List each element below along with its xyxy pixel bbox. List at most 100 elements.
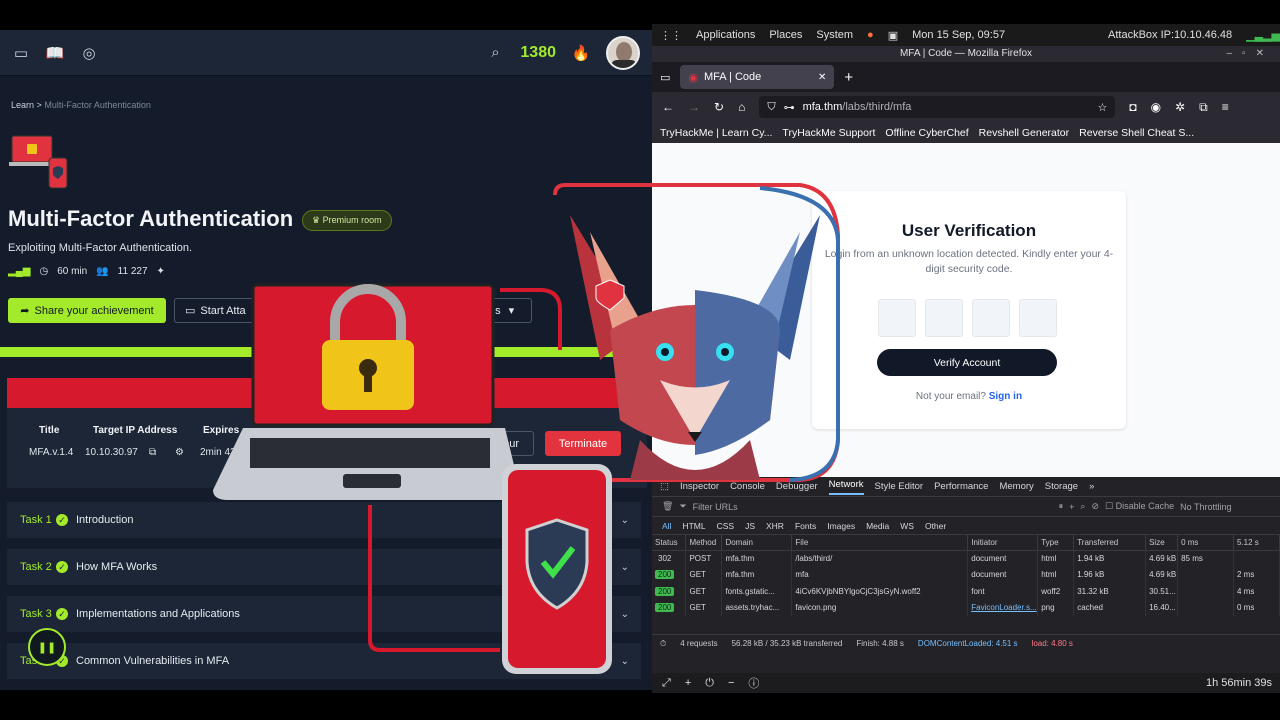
gear-icon[interactable]: ⚙ xyxy=(175,447,184,458)
start-attackbox-button[interactable]: ▭ Start Atta xyxy=(174,298,264,323)
menu-applications[interactable]: Applications xyxy=(696,29,755,41)
minus-icon[interactable]: − xyxy=(728,677,734,689)
filter-urls-input[interactable]: Filter URLs xyxy=(693,502,1053,512)
target-icon[interactable]: ◎ xyxy=(80,44,98,62)
back-icon[interactable]: ← xyxy=(662,100,674,114)
tab-network[interactable]: Network xyxy=(828,479,864,495)
fullscreen-icon[interactable]: ⤢ xyxy=(662,677,671,690)
bookmark-item[interactable]: TryHackMe Support xyxy=(782,127,875,139)
tab-performance[interactable]: Performance xyxy=(934,481,988,492)
extensions-icon[interactable]: ⧉ xyxy=(1199,100,1208,115)
window-icon[interactable]: ▭ xyxy=(12,44,30,62)
chevron-down-icon: ⌄ xyxy=(620,608,629,620)
menu-system[interactable]: System xyxy=(816,29,853,41)
target-ip: 10.10.30.97 xyxy=(85,447,138,458)
filter-all[interactable]: All xyxy=(662,521,671,531)
code-digit-input[interactable] xyxy=(878,299,916,337)
table-row[interactable]: 302 POST mfa.thm/labs/third/document html 1.… xyxy=(652,550,1280,567)
apps-grid-icon[interactable]: ⋮⋮ xyxy=(660,29,682,42)
expires-value: 2min 43 xyxy=(200,447,236,458)
check-icon: ✓ xyxy=(56,561,68,573)
share-achievement-button[interactable]: ➦ Share your achievement xyxy=(8,298,166,323)
account-icon[interactable]: ◉ xyxy=(1151,100,1161,114)
tab-list-icon[interactable]: ▭ xyxy=(660,71,670,84)
filter-ws[interactable]: WS xyxy=(900,521,914,531)
avatar[interactable] xyxy=(606,35,640,70)
search-icon[interactable]: ⌕ xyxy=(486,44,504,62)
task-item[interactable]: Task 1 ✓ Introduction ⌄ xyxy=(7,502,641,538)
bookmark-star-icon[interactable]: ☆ xyxy=(1097,101,1107,114)
task-item[interactable]: Task 2 ✓ How MFA Works ⌄ xyxy=(7,549,641,585)
verify-account-button[interactable]: Verify Account xyxy=(877,349,1057,376)
laptop-icon: ▭ xyxy=(185,305,196,317)
block-icon[interactable]: ⊘ xyxy=(1091,501,1099,512)
menu-places[interactable]: Places xyxy=(769,29,802,41)
tab-inspector[interactable]: Inspector xyxy=(680,481,719,492)
sign-in-link[interactable]: Sign in xyxy=(989,391,1022,402)
task-item[interactable]: Tas ✓ Common Vulnerabilities in MFA ⌄ xyxy=(7,643,641,679)
code-digit-input[interactable] xyxy=(925,299,963,337)
filter-media[interactable]: Media xyxy=(866,521,889,531)
add-icon[interactable]: + xyxy=(1069,502,1074,512)
firefox-icon[interactable]: ● xyxy=(867,29,874,41)
bookmark-item[interactable]: Revshell Generator xyxy=(979,127,1069,139)
table-row[interactable]: 200 GET assets.tryhac... favicon.png Favicon… xyxy=(652,599,1280,616)
terminate-button[interactable]: Terminate xyxy=(545,431,621,456)
tracking-icon: ⊶ xyxy=(783,101,795,114)
pick-element-icon[interactable]: ⬚ xyxy=(660,481,669,492)
clock: Mon 15 Sep, 09:57 xyxy=(912,29,1006,41)
bookmark-item[interactable]: Offline CyberChef xyxy=(885,127,968,139)
table-row[interactable]: 200 GET mfa.thm mfa document html 1.96 kB 4.69 … xyxy=(652,566,1280,583)
pause-icon[interactable]: ⏸ xyxy=(1059,501,1064,512)
code-digit-input[interactable] xyxy=(1019,299,1057,337)
book-icon[interactable]: 📖 xyxy=(46,44,65,62)
bookmark-item[interactable]: TryHackMe | Learn Cy... xyxy=(660,127,772,139)
url-bar[interactable]: ⛉ ⊶ mfa.thm/labs/third/mfa ☆ xyxy=(759,96,1116,118)
window-controls[interactable]: –▫✕ xyxy=(1227,46,1275,62)
trash-icon[interactable]: 🗑 xyxy=(662,501,673,512)
tab-debugger[interactable]: Debugger xyxy=(776,481,818,492)
new-tab-icon[interactable]: + xyxy=(844,69,853,86)
session-timer: 1h 56min 39s xyxy=(1205,677,1272,689)
breadcrumb-learn[interactable]: Learn xyxy=(11,100,34,110)
home-icon[interactable]: ⌂ xyxy=(738,100,745,114)
filter-xhr[interactable]: XHR xyxy=(766,521,784,531)
table-row[interactable]: 200 GET fonts.gstatic... 4iCv6KVjbNBYlgoCjC… xyxy=(652,583,1280,600)
task-item[interactable]: Task 3 ✓ Implementations and Applications ⌄ xyxy=(7,596,641,632)
tab-mfa-code[interactable]: ◉ MFA | Code ✕ xyxy=(680,65,835,89)
tab-memory[interactable]: Memory xyxy=(999,481,1033,492)
stopwatch-icon: ⏱ xyxy=(660,638,667,648)
extension-icon[interactable]: ✲ xyxy=(1175,100,1185,114)
bookmark-item[interactable]: Reverse Shell Cheat S... xyxy=(1079,127,1194,139)
filter-fonts[interactable]: Fonts xyxy=(795,521,816,531)
search-icon[interactable]: ⌕ xyxy=(1080,501,1085,512)
tab-storage[interactable]: Storage xyxy=(1045,481,1078,492)
filter-html[interactable]: HTML xyxy=(682,521,705,531)
menu-icon[interactable]: ≡ xyxy=(1222,100,1229,114)
terminal-icon[interactable]: ▣ xyxy=(888,29,898,42)
network-graph-icon: ▁▃▂▅ xyxy=(1246,29,1280,42)
filter-other[interactable]: Other xyxy=(925,521,946,531)
filter-css[interactable]: CSS xyxy=(717,521,734,531)
copy-icon[interactable]: ⧉ xyxy=(149,447,156,458)
close-tab-icon[interactable]: ✕ xyxy=(818,72,826,83)
add-hour-button[interactable]: hour xyxy=(482,431,534,456)
filter-js[interactable]: JS xyxy=(745,521,755,531)
chevron-down-icon: ⌄ xyxy=(620,514,629,526)
forward-icon[interactable]: → xyxy=(688,100,700,114)
tab-style-editor[interactable]: Style Editor xyxy=(875,481,924,492)
code-digit-input[interactable] xyxy=(972,299,1010,337)
tab-console[interactable]: Console xyxy=(730,481,765,492)
pause-button[interactable]: ❚❚ xyxy=(28,628,66,666)
filter-images[interactable]: Images xyxy=(827,521,855,531)
throttling-select[interactable]: No Throttling xyxy=(1180,502,1231,512)
options-dropdown[interactable]: ns ▾ xyxy=(478,298,532,323)
reload-icon[interactable]: ↻ xyxy=(714,100,724,114)
pocket-icon[interactable]: ◘ xyxy=(1129,100,1136,114)
more-tabs-icon[interactable]: » xyxy=(1089,481,1094,492)
power-icon[interactable]: ⏻ xyxy=(705,677,714,690)
user-count: 11 227 xyxy=(117,266,148,277)
info-icon[interactable]: ⓘ xyxy=(748,675,759,691)
disable-cache-checkbox[interactable]: ☐ Disable Cache xyxy=(1105,501,1174,512)
add-icon[interactable]: + xyxy=(685,677,691,689)
